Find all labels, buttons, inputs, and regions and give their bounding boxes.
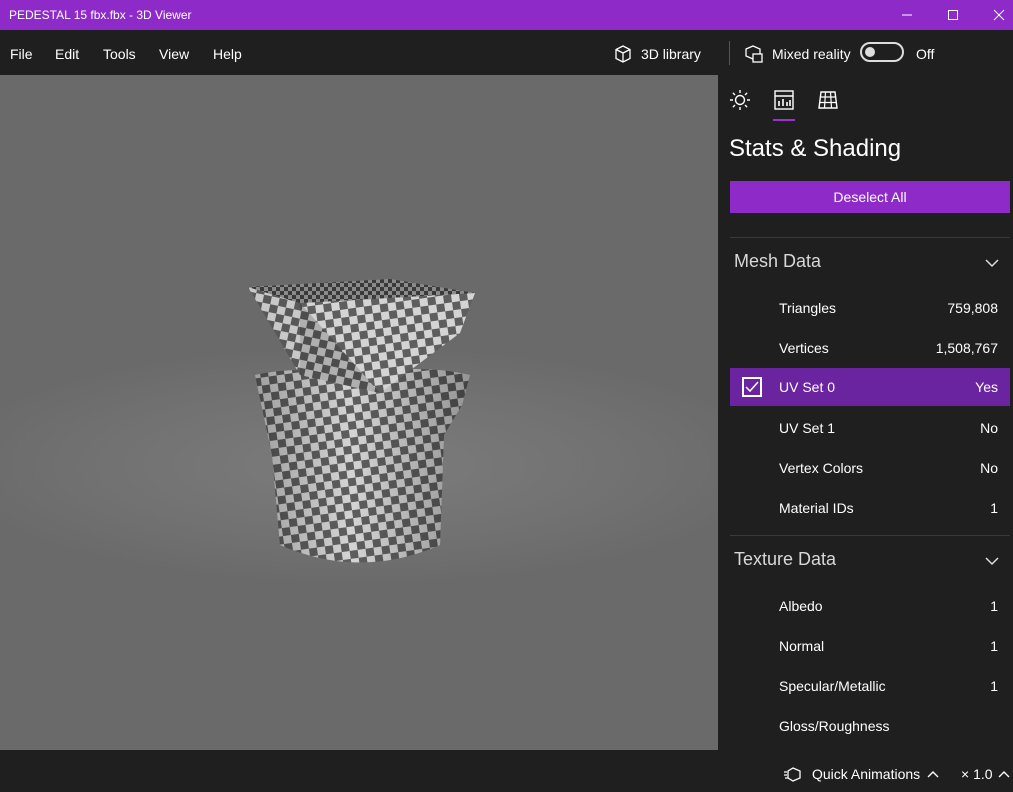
3d-library-button[interactable]: 3D library (613, 44, 701, 64)
panel-title: Stats & Shading (729, 135, 902, 162)
minimize-icon (902, 14, 912, 16)
chevron-down-icon[interactable] (984, 255, 1000, 271)
stats-icon (774, 90, 794, 110)
quick-animations-label: Quick Animations (812, 766, 921, 782)
stat-row-triangles[interactable]: Triangles 759,808 (730, 289, 1010, 327)
chevron-up-icon (927, 771, 939, 778)
mixed-reality-toggle[interactable] (860, 42, 904, 62)
stat-value: No (980, 460, 998, 476)
stat-row-specular-metallic[interactable]: Specular/Metallic 1 (730, 667, 1010, 705)
lighting-icon (730, 90, 750, 110)
stat-label: Specular/Metallic (779, 678, 886, 694)
stat-row-uv-set-1[interactable]: UV Set 1 No (730, 409, 1010, 447)
stat-label: UV Set 1 (779, 420, 836, 436)
cube-icon (615, 45, 631, 63)
stat-value: 1 (990, 638, 998, 654)
animation-icon (784, 767, 801, 782)
mixed-reality-button[interactable]: Mixed reality (744, 44, 851, 64)
stat-row-normal[interactable]: Normal 1 (730, 627, 1010, 665)
tab-lighting[interactable] (729, 89, 751, 111)
stat-row-vertex-colors[interactable]: Vertex Colors No (730, 449, 1010, 487)
menu-bar: File Edit Tools View Help 3D library Mix… (0, 30, 1013, 75)
menu-view[interactable]: View (159, 46, 189, 62)
stats-shading-panel: Stats & Shading Deselect All Mesh Data T… (718, 75, 1013, 750)
stat-label: Material IDs (779, 500, 854, 516)
stat-row-gloss-roughness[interactable]: Gloss/Roughness (730, 707, 1010, 745)
toolbar-separator (729, 41, 730, 65)
window-title: PEDESTAL 15 fbx.fbx - 3D Viewer (9, 8, 192, 22)
maximize-icon (948, 10, 958, 20)
menu-file[interactable]: File (10, 46, 33, 62)
chevron-up-icon (998, 771, 1010, 778)
stat-label: Gloss/Roughness (779, 718, 890, 734)
mixed-reality-icon (745, 45, 763, 63)
tab-grid[interactable] (817, 89, 839, 111)
status-bar: Quick Animations × 1.0 (0, 750, 1013, 792)
stat-value: 1 (990, 500, 998, 516)
maximize-button[interactable] (930, 0, 976, 30)
stat-value: 759,808 (947, 300, 998, 316)
stat-row-uv-set-0[interactable]: UV Set 0 Yes (730, 368, 1010, 406)
stat-label: Normal (779, 638, 825, 654)
menu-tools[interactable]: Tools (103, 46, 136, 62)
active-tab-indicator (773, 119, 795, 121)
chevron-down-icon[interactable] (984, 553, 1000, 569)
quick-animations-button[interactable]: Quick Animations (784, 766, 940, 782)
stat-label: Vertices (779, 340, 829, 356)
deselect-all-button[interactable]: Deselect All (730, 181, 1010, 213)
stat-value: 1 (990, 598, 998, 614)
title-bar: PEDESTAL 15 fbx.fbx - 3D Viewer (0, 0, 1013, 30)
mesh-data-header[interactable]: Mesh Data (734, 251, 821, 272)
menu-help[interactable]: Help (213, 46, 242, 62)
uv-set-0-checkbox[interactable] (742, 377, 762, 397)
3d-library-label: 3D library (641, 46, 701, 62)
stat-row-vertices[interactable]: Vertices 1,508,767 (730, 329, 1010, 367)
section-divider (730, 535, 1010, 536)
3d-viewport[interactable] (0, 75, 718, 750)
section-divider (730, 237, 1010, 238)
stat-row-material-ids[interactable]: Material IDs 1 (730, 489, 1010, 527)
mixed-reality-label: Mixed reality (772, 46, 851, 62)
stat-value: No (980, 420, 998, 436)
close-button[interactable] (976, 0, 1013, 30)
grid-icon (818, 91, 838, 109)
close-icon (993, 9, 1005, 21)
toggle-knob (865, 47, 875, 57)
stat-row-albedo[interactable]: Albedo 1 (730, 587, 1010, 625)
stat-value: 1,508,767 (935, 340, 998, 356)
stat-value: Yes (975, 379, 998, 395)
stat-label: Triangles (779, 300, 837, 316)
stat-value: 1 (990, 678, 998, 694)
minimize-button[interactable] (884, 0, 930, 30)
menu-edit[interactable]: Edit (55, 46, 79, 62)
tab-stats-shading[interactable] (773, 89, 795, 111)
stat-label: Vertex Colors (779, 460, 864, 476)
playback-speed-button[interactable]: × 1.0 (961, 766, 1011, 782)
speed-label: × 1.0 (961, 766, 993, 782)
stat-label: Albedo (779, 598, 823, 614)
texture-data-header[interactable]: Texture Data (734, 549, 836, 570)
checkmark-icon (745, 381, 759, 393)
pedestal-model (248, 279, 475, 563)
stat-label: UV Set 0 (779, 379, 836, 395)
mixed-reality-state: Off (916, 46, 935, 62)
